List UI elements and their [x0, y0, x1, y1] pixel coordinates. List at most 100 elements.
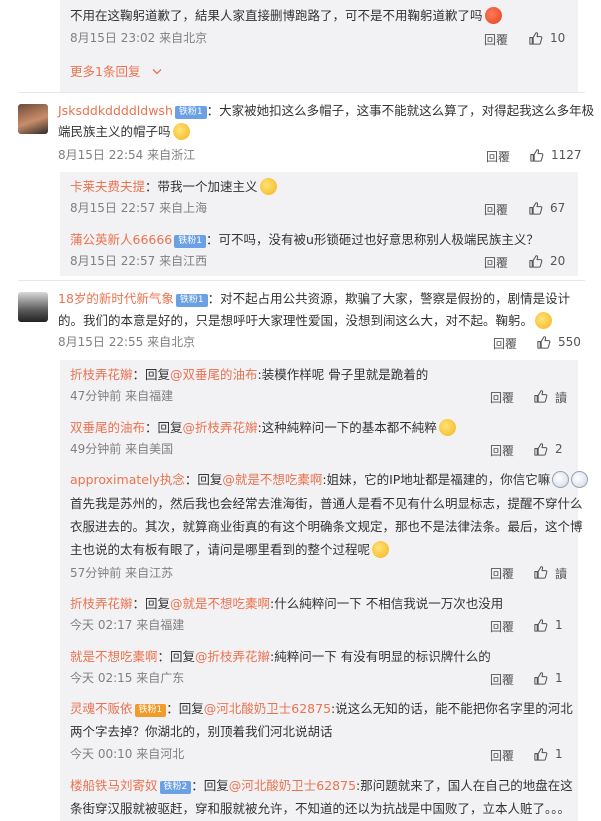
like-icon[interactable]	[536, 335, 551, 350]
reply-text: 折枝弄花辮：回复@就是不想吃橐啊:什么純粹问一下 不相信我说一万次也没用	[70, 596, 504, 611]
mention-link[interactable]: @折枝弄花辮	[195, 649, 270, 664]
reply-text-line4: 主也说的太有板有眼了，请问是哪里看到的整个过程呢	[70, 540, 390, 560]
reply-text: 就是不想吃橐啊：回复@折枝弄花辮:純粹问一下 有没有明显的标识牌什么的	[70, 649, 491, 664]
reply-meta: 今天 00:10 来自河北	[70, 747, 185, 761]
reply-button[interactable]: 回覆	[490, 618, 514, 635]
reply-author[interactable]: 折枝弄花辮	[70, 367, 133, 382]
emoji-icon	[535, 312, 553, 329]
like-count: 10	[550, 31, 566, 45]
fan-badge: 铁粉1	[174, 106, 207, 119]
reply-text-line2: 首先我是苏州的，然后我也会经常去淮海街，普通人是看不见有什么明显标志，提醒不穿什…	[70, 496, 583, 511]
emoji-icon	[484, 7, 502, 24]
reply-author[interactable]: 双垂尾的油布	[70, 420, 145, 435]
emoji-icon	[372, 541, 390, 558]
reply-button[interactable]: 回覆	[490, 442, 514, 459]
reply-text-line3: 衣服进去的。其次，就算商业街真的有这个明确条文规定，那也不是法律法条。最后，这个…	[70, 519, 583, 534]
reply-text: 双垂尾的油布：回复@折枝弄花辮:这种純粹问一下的基本都不純粹	[70, 418, 456, 438]
reply-button[interactable]: 回覆	[486, 148, 510, 165]
fan-badge: 铁粉1	[175, 294, 208, 307]
fan-badge: 铁粉1	[134, 704, 167, 717]
like-count: 2	[555, 442, 563, 456]
like-icon[interactable]	[533, 618, 548, 633]
mention-link[interactable]: @就是不想吃橐啊	[222, 472, 322, 487]
report-button[interactable]: 讀	[555, 565, 567, 582]
avatar[interactable]	[18, 292, 48, 322]
reply-text: 折枝弄花辮：回复@双垂尾的油布:装模作样呢 骨子里就是跪着的	[70, 367, 429, 382]
like-count: 1127	[551, 148, 582, 162]
reply-button[interactable]: 回覆	[484, 201, 508, 218]
reply-text: approximately执念：回复@就是不想吃橐啊:姐妹，它的IP地址都是福建…	[70, 470, 589, 490]
reply-text: 卡莱夫费夫提：带我一个加速主义	[70, 177, 277, 197]
like-icon[interactable]	[533, 565, 548, 580]
avatar[interactable]	[18, 104, 48, 134]
like-count: 67	[550, 201, 566, 215]
like-icon[interactable]	[529, 148, 544, 163]
like-icon[interactable]	[533, 389, 548, 404]
reply-author[interactable]: 折枝弄花辮	[70, 596, 133, 611]
reply-author[interactable]: 卡莱夫费夫提	[70, 179, 145, 194]
like-icon[interactable]	[533, 671, 548, 686]
like-count: 1	[555, 747, 563, 761]
like-count: 550	[558, 335, 581, 349]
reply-button[interactable]: 回覆	[490, 671, 514, 688]
reply-author[interactable]: approximately执念	[70, 472, 185, 487]
comment-text: Jsksddkddddldwsh 铁粉1 ：大家被她扣这么多帽子，这事不能就这么算了…	[58, 103, 595, 119]
mention-link[interactable]: @河北酸奶卫士62875	[204, 701, 331, 716]
reply-author[interactable]: 楼船铁马刘寄奴	[70, 778, 158, 793]
divider	[18, 92, 585, 93]
mention-link[interactable]: @折枝弄花辮	[183, 420, 258, 435]
comment-text: 18岁的新时代新气象 铁粉1 ：对不起占用公共资源，欺骗了大家，警察是假扮的，剧情是…	[58, 291, 571, 307]
reply-meta: 8月15日 22:57 来自上海	[70, 201, 208, 215]
reply-meta: 8月15日 22:57 来自江西	[70, 254, 208, 268]
reply-panel-top: 不用在这鞠躬道歉了，結果人家直接删博跑路了，可不是不用鞠躬道歉了吗 8月15日 …	[60, 0, 578, 92]
reply-meta: 8月15日 23:02 来自北京	[70, 31, 208, 45]
reply-button[interactable]: 回覆	[484, 254, 508, 271]
reply-text: 楼船铁马刘寄奴 铁粉2 ：回复@河北酸奶卫士62875:那问题就来了，国人在自己的地…	[70, 778, 573, 794]
comment-meta: 8月15日 22:54 来自浙江	[58, 148, 196, 162]
divider	[18, 280, 585, 281]
emoji-icon	[172, 123, 190, 140]
like-count: 1	[555, 671, 563, 685]
like-icon[interactable]	[533, 442, 548, 457]
fan-badge: 铁粉2	[159, 781, 192, 794]
reply-text-line2: 条街穿汉服就被驱赶，穿和服就被允许，不知道的还以为抗战是中国败了，立本人赃了。。…	[70, 801, 571, 816]
mention-link[interactable]: @双垂尾的油布	[170, 367, 258, 382]
comment-text-line2: 的。我们的本意是好的，只是想呼吁大家理性爱国，没想到闹这么大，对不起。鞠躬。	[58, 311, 553, 331]
like-count: 1	[555, 618, 563, 632]
reply-panel: 折枝弄花辮：回复@双垂尾的油布:装模作样呢 骨子里就是跪着的 47分钟前 来自福…	[60, 360, 589, 821]
report-button[interactable]: 讀	[555, 389, 567, 406]
reply-text-line2: 两个字去掉？你湖北的，别顶着我们河北说胡话	[70, 724, 333, 739]
reply-button[interactable]: 回覆	[490, 565, 514, 582]
emoji-icon	[259, 178, 277, 195]
emoji-icon	[571, 471, 589, 488]
like-icon[interactable]	[528, 254, 543, 269]
mention-link[interactable]: @河北酸奶卫士62875	[229, 778, 356, 793]
chevron-down-icon	[152, 69, 162, 75]
emoji-icon	[438, 419, 456, 436]
mention-link[interactable]: @就是不想吃橐啊	[170, 596, 270, 611]
reply-text: 不用在这鞠躬道歉了，結果人家直接删博跑路了，可不是不用鞠躬道歉了吗	[70, 6, 502, 26]
comment-author[interactable]: 18岁的新时代新气象	[58, 291, 174, 306]
comment-author[interactable]: Jsksddkddddldwsh	[58, 103, 173, 118]
fan-badge: 铁粉1	[174, 235, 206, 248]
reply-button[interactable]: 回覆	[490, 389, 514, 406]
reply-text: 灵魂不贩依 铁粉1 ：回复@河北酸奶卫士62875:说这么无知的话，能不能把你名字里…	[70, 701, 573, 717]
reply-button[interactable]: 回覆	[490, 747, 514, 764]
reply-text: 蒲公英新人66666 铁粉1 ：可不吗，没有被u形锁砸过也好意思称别人极端民族主义？	[70, 232, 539, 248]
reply-panel: 卡莱夫费夫提：带我一个加速主义 8月15日 22:57 来自上海 回覆 67 蒲…	[60, 172, 578, 276]
reply-button[interactable]: 回覆	[484, 31, 508, 48]
comment-text-line2: 端民族主义的帽子吗	[58, 122, 190, 142]
reply-button[interactable]: 回覆	[493, 335, 517, 352]
like-icon[interactable]	[528, 31, 543, 46]
like-icon[interactable]	[528, 201, 543, 216]
reply-meta: 今天 02:15 来自广东	[70, 671, 185, 685]
reply-meta: 49分钟前 来自美国	[70, 442, 174, 456]
like-icon[interactable]	[533, 747, 548, 762]
emoji-icon	[552, 471, 570, 488]
reply-author[interactable]: 就是不想吃橐啊	[70, 649, 158, 664]
reply-meta: 47分钟前 来自福建	[70, 389, 174, 403]
reply-meta: 今天 02:17 来自福建	[70, 618, 185, 632]
reply-author[interactable]: 灵魂不贩依	[70, 701, 133, 716]
reply-author[interactable]: 蒲公英新人66666	[70, 232, 172, 247]
more-replies-link[interactable]: 更多1条回复	[70, 62, 162, 82]
